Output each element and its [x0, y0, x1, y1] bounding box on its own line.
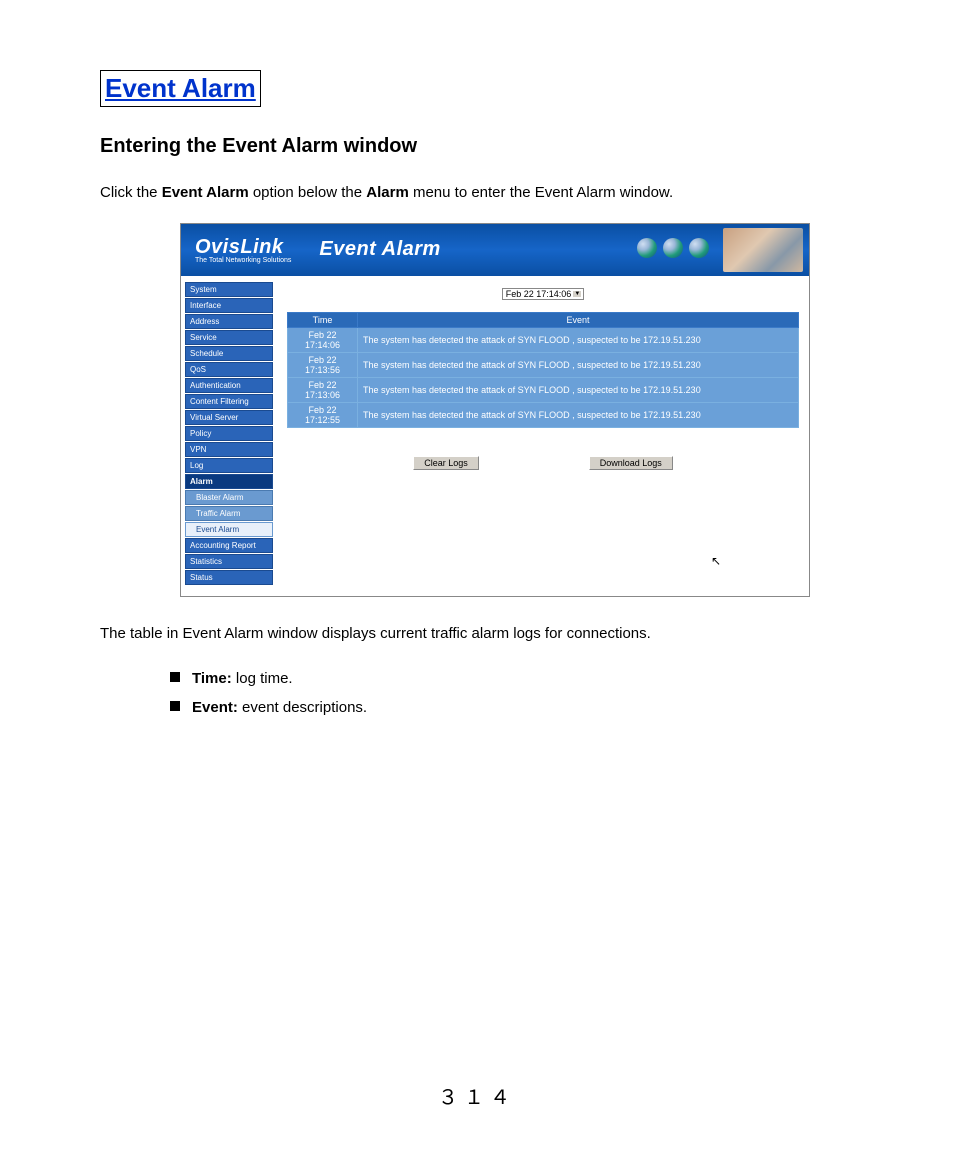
- list-item: Time: log time.: [170, 665, 854, 694]
- bullet-list: Time: log time.Event: event descriptions…: [170, 665, 854, 722]
- sidebar-item[interactable]: Statistics: [185, 554, 273, 569]
- bullet-label: Event:: [192, 699, 238, 716]
- sidebar-item[interactable]: Blaster Alarm: [185, 490, 273, 505]
- sidebar-item[interactable]: Authentication: [185, 378, 273, 393]
- selector-row: Feb 22 17:14:06: [287, 284, 799, 302]
- cell-event: The system has detected the attack of SY…: [358, 352, 799, 377]
- app-page-title: Event Alarm: [319, 238, 440, 261]
- main-content: Feb 22 17:14:06 Time Event Feb 2217:14:0…: [277, 276, 809, 596]
- sidebar-item[interactable]: Policy: [185, 426, 273, 441]
- subtitle: Entering the Event Alarm window: [100, 135, 854, 158]
- sidebar-item[interactable]: QoS: [185, 362, 273, 377]
- bullet-desc: log time.: [232, 670, 293, 687]
- cursor-icon: ↖: [711, 554, 721, 568]
- intro-paragraph: Click the Event Alarm option below the A…: [100, 182, 854, 205]
- table-row: Feb 2217:12:55The system has detected th…: [288, 402, 799, 427]
- download-logs-button[interactable]: Download Logs: [589, 456, 673, 470]
- col-event-header: Event: [358, 312, 799, 327]
- sidebar-item[interactable]: Schedule: [185, 346, 273, 361]
- after-paragraph: The table in Event Alarm window displays…: [100, 623, 854, 646]
- sidebar-item[interactable]: VPN: [185, 442, 273, 457]
- logo-subtext: The Total Networking Solutions: [195, 257, 291, 264]
- button-row: Clear Logs Download Logs: [287, 456, 799, 470]
- sidebar-item[interactable]: Status: [185, 570, 273, 585]
- cell-event: The system has detected the attack of SY…: [358, 327, 799, 352]
- cell-time: Feb 2217:13:56: [288, 352, 358, 377]
- intro-mid: option below the: [249, 184, 367, 201]
- cell-time: Feb 2217:14:06: [288, 327, 358, 352]
- sidebar-item[interactable]: Accounting Report: [185, 538, 273, 553]
- list-item: Event: event descriptions.: [170, 694, 854, 723]
- sidebar-item[interactable]: Service: [185, 330, 273, 345]
- bullet-desc: event descriptions.: [238, 699, 367, 716]
- table-row: Feb 2217:14:06The system has detected th…: [288, 327, 799, 352]
- intro-bold1: Event Alarm: [162, 184, 249, 201]
- table-row: Feb 2217:13:06The system has detected th…: [288, 377, 799, 402]
- cell-event: The system has detected the attack of SY…: [358, 377, 799, 402]
- cell-event: The system has detected the attack of SY…: [358, 402, 799, 427]
- header-image: [723, 228, 803, 272]
- logo-text: OvisLink: [195, 236, 283, 258]
- intro-bold2: Alarm: [366, 184, 409, 201]
- event-table: Time Event Feb 2217:14:06The system has …: [287, 312, 799, 428]
- app-header: OvisLink The Total Networking Solutions …: [181, 224, 809, 276]
- intro-prefix: Click the: [100, 184, 162, 201]
- bullet-label: Time:: [192, 670, 232, 687]
- title-link[interactable]: Event Alarm: [100, 70, 261, 107]
- intro-suffix: menu to enter the Event Alarm window.: [409, 184, 673, 201]
- sidebar-item[interactable]: System: [185, 282, 273, 297]
- globe-icons: [637, 238, 709, 258]
- sidebar-item[interactable]: Address: [185, 314, 273, 329]
- col-time-header: Time: [288, 312, 358, 327]
- globe-icon: [637, 238, 657, 258]
- time-select[interactable]: Feb 22 17:14:06: [502, 288, 585, 300]
- sidebar-item[interactable]: Virtual Server: [185, 410, 273, 425]
- sidebar-item[interactable]: Traffic Alarm: [185, 506, 273, 521]
- sidebar-nav: SystemInterfaceAddressServiceScheduleQoS…: [181, 276, 277, 596]
- globe-icon: [663, 238, 683, 258]
- clear-logs-button[interactable]: Clear Logs: [413, 456, 479, 470]
- logo-block: OvisLink The Total Networking Solutions: [181, 236, 291, 264]
- sidebar-item[interactable]: Alarm: [185, 474, 273, 489]
- embedded-screenshot: OvisLink The Total Networking Solutions …: [180, 223, 810, 597]
- table-row: Feb 2217:13:56The system has detected th…: [288, 352, 799, 377]
- sidebar-item[interactable]: Log: [185, 458, 273, 473]
- cell-time: Feb 2217:12:55: [288, 402, 358, 427]
- page-number: ３１４: [0, 1081, 954, 1111]
- cell-time: Feb 2217:13:06: [288, 377, 358, 402]
- globe-icon: [689, 238, 709, 258]
- sidebar-item[interactable]: Interface: [185, 298, 273, 313]
- sidebar-item[interactable]: Content Filtering: [185, 394, 273, 409]
- sidebar-item[interactable]: Event Alarm: [185, 522, 273, 537]
